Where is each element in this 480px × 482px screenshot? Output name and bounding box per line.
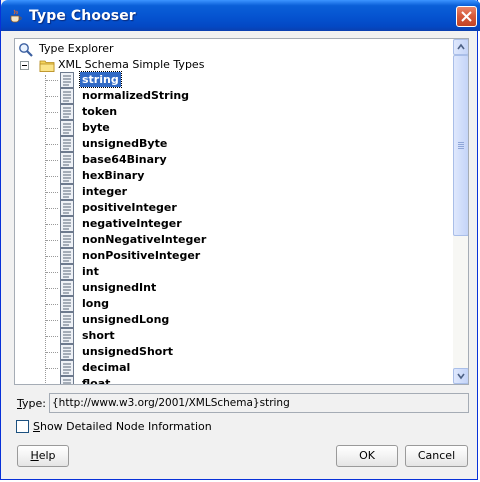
tree-branch-line — [46, 336, 58, 337]
tree-item-label: normalizedString — [82, 89, 190, 102]
tree-item-integer[interactable]: integer — [46, 184, 246, 200]
tree-item-label: nonNegativeInteger — [82, 233, 207, 246]
tree-item-nonNegativeInteger[interactable]: nonNegativeInteger — [46, 232, 246, 248]
type-chooser-dialog: Type Chooser Type Explorer XML Schema Si… — [0, 0, 480, 480]
grip-icon — [458, 142, 464, 150]
tree-item-label: positiveInteger — [82, 201, 177, 214]
tree-branch-line — [46, 224, 58, 225]
tree-branch-line — [46, 384, 58, 385]
tree-item-label: short — [82, 329, 115, 342]
tree-folder-label: XML Schema Simple Types — [58, 58, 205, 71]
tree-branch-line — [46, 96, 58, 97]
cancel-button[interactable]: Cancel — [405, 445, 468, 467]
tree-item-unsignedByte[interactable]: unsignedByte — [46, 136, 246, 152]
tree-item-label: decimal — [82, 361, 131, 374]
tree-root-label: Type Explorer — [39, 42, 114, 55]
tree-item-label: negativeInteger — [82, 217, 182, 230]
tree-item-token[interactable]: token — [46, 104, 246, 120]
magnifier-icon — [19, 43, 33, 57]
collapse-toggle-icon[interactable] — [20, 61, 29, 70]
tree-branch-line — [46, 128, 58, 129]
tree-item-base64Binary[interactable]: base64Binary — [46, 152, 246, 168]
show-detailed-checkbox[interactable] — [16, 420, 29, 433]
java-cup-icon — [10, 9, 22, 23]
tree-item-label: byte — [82, 121, 110, 134]
tree-item-unsignedInt[interactable]: unsignedInt — [46, 280, 246, 296]
tree-item-positiveInteger[interactable]: positiveInteger — [46, 200, 246, 216]
vertical-scrollbar[interactable] — [453, 39, 468, 384]
close-icon — [461, 11, 472, 22]
tree-branch-line — [46, 160, 58, 161]
tree-item-label: hexBinary — [82, 169, 145, 182]
tree-item-label: unsignedByte — [82, 137, 168, 150]
tree-item-label: string — [79, 71, 122, 88]
tree-branch-line — [46, 272, 58, 273]
tree-item-float[interactable]: float — [46, 376, 246, 385]
tree-branch-line — [46, 144, 58, 145]
tree-item-label: float — [82, 377, 111, 385]
tree-item-short[interactable]: short — [46, 328, 246, 344]
ok-button[interactable]: OK — [336, 445, 398, 467]
tree-item-label: unsignedShort — [82, 345, 174, 358]
tree-branch-line — [46, 208, 58, 209]
tree-branch-line — [46, 176, 58, 177]
type-field-label: Type: — [17, 397, 46, 410]
window-title: Type Chooser — [29, 8, 136, 24]
type-field[interactable]: {http://www.w3.org/2001/XMLSchema}string — [49, 393, 469, 413]
title-bar[interactable]: Type Chooser — [1, 0, 480, 31]
tree-item-unsignedLong[interactable]: unsignedLong — [46, 312, 246, 328]
show-detailed-label: Show Detailed Node Information — [33, 420, 212, 433]
tree-item-label: int — [82, 265, 99, 278]
tree-item-byte[interactable]: byte — [46, 120, 246, 136]
folder-icon — [39, 60, 55, 72]
tree-item-hexBinary[interactable]: hexBinary — [46, 168, 246, 184]
tree-branch-line — [46, 368, 58, 369]
tree-item-label: unsignedLong — [82, 313, 170, 326]
tree-item-normalizedString[interactable]: normalizedString — [46, 88, 246, 104]
tree-item-long[interactable]: long — [46, 296, 246, 312]
tree-branch-line — [46, 112, 58, 113]
tree-item-string[interactable]: string — [46, 71, 246, 88]
tree-branch-line — [46, 192, 58, 193]
scroll-up-button[interactable] — [453, 39, 468, 55]
tree-branch-line — [46, 288, 58, 289]
tree-branch-line — [46, 240, 58, 241]
help-button[interactable]: Help — [17, 445, 69, 467]
tree-item-nonPositiveInteger[interactable]: nonPositiveInteger — [46, 248, 246, 264]
simple-type-icon — [59, 376, 76, 384]
tree-branch-line — [46, 80, 58, 81]
tree-branch-line — [46, 320, 58, 321]
type-tree[interactable]: Type Explorer XML Schema Simple Types st… — [14, 38, 469, 385]
tree-item-label: long — [82, 297, 110, 310]
tree-item-label: integer — [82, 185, 128, 198]
tree-item-unsignedShort[interactable]: unsignedShort — [46, 344, 246, 360]
tree-item-label: base64Binary — [82, 153, 167, 166]
tree-branch-line — [46, 256, 58, 257]
tree-item-label: unsignedInt — [82, 281, 157, 294]
chevron-up-icon — [457, 43, 465, 50]
scroll-down-button[interactable] — [453, 368, 468, 384]
tree-item-negativeInteger[interactable]: negativeInteger — [46, 216, 246, 232]
tree-branch-line — [46, 304, 58, 305]
tree-item-label: token — [82, 105, 118, 118]
scroll-thumb[interactable] — [453, 55, 468, 236]
close-button[interactable] — [456, 6, 477, 27]
tree-item-decimal[interactable]: decimal — [46, 360, 246, 376]
tree-item-int[interactable]: int — [46, 264, 246, 280]
chevron-down-icon — [457, 373, 465, 380]
tree-item-label: nonPositiveInteger — [82, 249, 201, 262]
tree-branch-line — [46, 352, 58, 353]
